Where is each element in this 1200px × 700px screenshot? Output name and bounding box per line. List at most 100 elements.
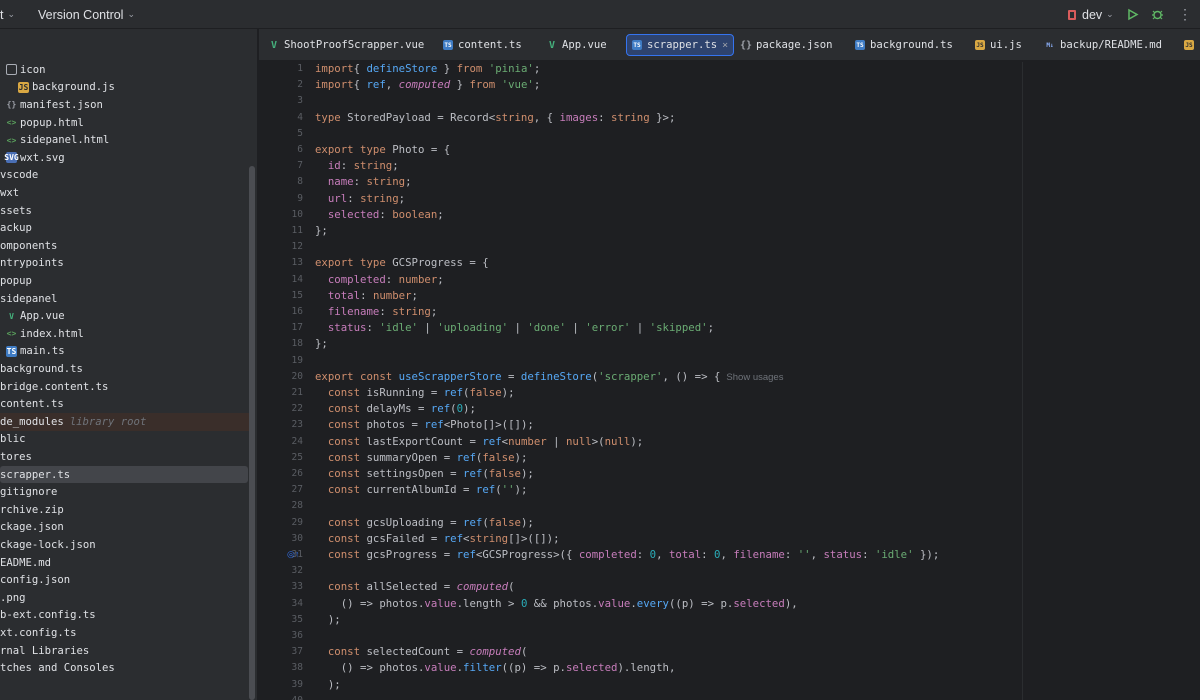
more-actions-button[interactable]: ⋮ [1178,0,1192,29]
code-line[interactable]: selected: boolean; [315,207,444,223]
tree-item[interactable]: background.ts [0,360,250,378]
tree-item[interactable]: V App.vue [0,307,250,325]
code-token: ); [630,434,644,448]
code-line[interactable]: import{ ref, computed } from 'vue'; [315,77,540,93]
editor-tab[interactable]: M↓ backup/README.md [1045,34,1162,56]
editor-tab[interactable]: {} package.json [740,34,833,56]
tree-item[interactable]: scrapper.ts [0,465,248,484]
code-line[interactable]: id: string; [315,158,399,174]
tree-item[interactable]: sidepanel [0,290,250,308]
editor-tab[interactable]: TS scrapper.ts × [626,34,735,56]
tree-item[interactable]: JS background.js [0,79,250,97]
tree-item[interactable]: rnal Libraries [0,642,250,660]
tree-item[interactable]: config.json [0,571,250,589]
tree-item-label: ckage-lock.json [0,538,96,551]
editor-tab[interactable]: V ShootProofScrapper.vue [269,34,424,56]
code-line[interactable]: const summaryOpen = ref(false); [315,450,528,466]
tree-item[interactable]: ntrypoints [0,255,250,273]
tree-item[interactable]: content.ts [0,395,250,413]
code-line[interactable]: }; [315,336,328,352]
project-menu[interactable]: t ⌄ [0,0,15,29]
run-button[interactable] [1126,0,1139,29]
code-line[interactable]: export type Photo = { [315,142,450,158]
tree-item[interactable]: icon [0,61,250,79]
debug-button[interactable] [1151,0,1164,29]
tree-item[interactable]: b-ext.config.ts [0,607,250,625]
code-token: selected [327,207,380,221]
version-control-menu[interactable]: Version Control ⌄ [38,0,135,29]
tree-item[interactable]: ackup [0,219,250,237]
tree-item[interactable]: bridge.content.ts [0,378,250,396]
code-line[interactable]: url: string; [315,191,405,207]
code-token: selectedCount = [360,645,470,659]
line-number: 15 [291,289,303,301]
branch-selector[interactable]: dev ⌄ [1068,0,1114,29]
tree-item[interactable]: rchive.zip [0,501,250,519]
tree-item[interactable]: .png [0,589,250,607]
editor-tab[interactable]: JS [1184,34,1199,56]
show-usages-hint[interactable]: Show usages [726,372,783,383]
tree-item[interactable]: ckage.json [0,519,250,537]
implements-marker-icon[interactable]: ◎↑ [287,549,299,560]
code-token: null [604,434,631,448]
code-line[interactable]: const gcsProgress = ref<GCSProgress>({ c… [315,547,939,563]
code-line[interactable]: import{ defineStore } from 'pinia'; [315,62,540,77]
editor-tab[interactable]: TS background.ts [855,34,953,56]
tab-label: ui.js [990,39,1022,51]
tree-item[interactable]: <> popup.html [0,114,250,132]
tree-item[interactable]: tches and Consoles [0,659,250,677]
code-line[interactable]: () => photos.value.filter((p) => p.selec… [315,660,676,676]
code-line[interactable]: const photos = ref<Photo[]>([]); [315,417,534,433]
debug-icon [1152,10,1163,20]
code-line[interactable]: completed: number; [315,272,444,288]
tree-item[interactable]: <> sidepanel.html [0,131,250,149]
close-tab-icon[interactable]: × [722,40,728,51]
tree-item[interactable]: TS main.ts [0,343,250,361]
code-line[interactable]: name: string; [315,174,412,190]
tree-item[interactable]: blic [0,431,250,449]
code-line[interactable]: const allSelected = computed( [315,579,515,595]
code-line[interactable]: const isRunning = ref(false); [315,385,515,401]
code-line[interactable]: const delayMs = ref(0); [315,401,476,417]
code-line[interactable]: }; [315,223,328,239]
tree-item[interactable]: ssets [0,202,250,220]
code-line[interactable]: ); [315,677,341,693]
code-line[interactable]: const gcsFailed = ref<string[]>([]); [315,531,560,547]
tree-item[interactable]: xt.config.ts [0,624,250,642]
editor-tab[interactable]: TS content.ts [443,34,522,56]
tree-item[interactable]: {} manifest.json [0,96,250,114]
tree-item[interactable]: tores [0,448,250,466]
editor-tab[interactable]: JS ui.js [975,34,1022,56]
ts-file-icon: TS [443,40,453,50]
code-line[interactable]: total: number; [315,288,418,304]
code-editor[interactable]: 1 2 3 4 5 6 7 8 9 10 11 12 13 14 15 16 17 18 19 20 21 22 23 24 2… [259,62,1200,700]
tree-item[interactable]: SVG wxt.svg [0,149,250,167]
code-line[interactable]: const settingsOpen = ref(false); [315,466,534,482]
code-line[interactable]: ); [315,612,341,628]
code-token: , [810,548,824,561]
code-line[interactable]: type StoredPayload = Record<string, { im… [315,110,675,126]
code-line[interactable]: () => photos.value.length > 0 && photos.… [315,596,798,612]
code-line[interactable]: filename: string; [315,304,437,320]
tree-item[interactable]: ckage-lock.json [0,536,250,554]
editor-tab[interactable]: V App.vue [547,34,607,56]
code-line[interactable]: status: 'idle' | 'uploading' | 'done' | … [315,320,714,336]
code-line[interactable]: export type GCSProgress = { [315,255,489,271]
tree-item[interactable]: popup [0,272,250,290]
tree-item[interactable]: wxt [0,184,250,202]
tree-item[interactable]: de_modules library root [0,413,250,431]
tree-item[interactable]: vscode [0,167,250,185]
tree-item[interactable]: omponents [0,237,250,255]
code-token: StoredPayload = Record< [340,110,496,124]
project-scrollbar[interactable] [249,166,255,700]
code-line[interactable]: const currentAlbumId = ref(''); [315,482,528,498]
tree-item[interactable]: gitignore [0,483,250,501]
code-line[interactable]: export const useScrapperStore = defineSt… [315,369,783,385]
code-line[interactable]: const selectedCount = computed( [315,644,528,660]
tree-item[interactable]: <> index.html [0,325,250,343]
code-line[interactable]: const gcsUploading = ref(false); [315,515,534,531]
code-token: images [559,110,599,124]
code-line[interactable]: const lastExportCount = ref<number | nul… [315,434,643,450]
tree-item[interactable]: EADME.md [0,554,250,572]
